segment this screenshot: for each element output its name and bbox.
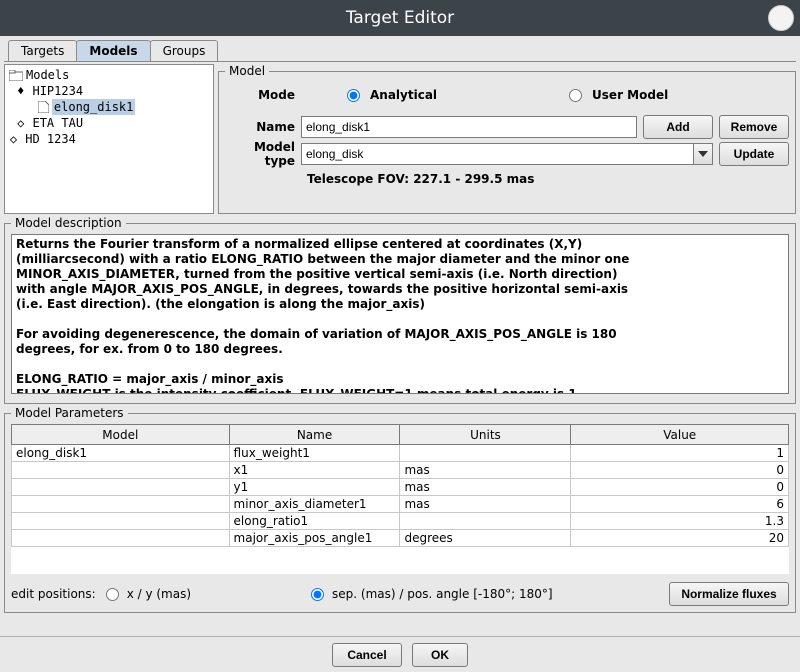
- remove-button[interactable]: Remove: [719, 115, 789, 139]
- cell-name[interactable]: minor_axis_diameter1: [229, 496, 400, 513]
- cell-units[interactable]: mas: [400, 462, 571, 479]
- model-legend: Model: [225, 64, 269, 78]
- tree-root[interactable]: Models: [9, 67, 209, 83]
- update-button[interactable]: Update: [719, 142, 789, 166]
- name-label: Name: [225, 120, 295, 134]
- tree-item-elong-disk1[interactable]: elong_disk1: [9, 99, 209, 115]
- tab-targets[interactable]: Targets: [8, 40, 77, 61]
- editpos-xy-radio[interactable]: [106, 588, 119, 601]
- model-panel: Model Mode Analytical User Model Name Ad…: [218, 64, 796, 214]
- cancel-button[interactable]: Cancel: [332, 643, 402, 667]
- cell-model[interactable]: [12, 462, 230, 479]
- tab-models[interactable]: Models: [76, 40, 150, 61]
- name-input[interactable]: [301, 116, 637, 138]
- cell-value[interactable]: 1.3: [571, 513, 789, 530]
- col-units[interactable]: Units: [400, 425, 571, 445]
- model-description-text[interactable]: [11, 234, 789, 394]
- model-description-panel: Model description: [4, 216, 796, 404]
- parameters-table[interactable]: Model Name Units Value elong_disk1flux_w…: [11, 424, 789, 547]
- cell-value[interactable]: 1: [571, 445, 789, 462]
- cell-name[interactable]: elong_ratio1: [229, 513, 400, 530]
- folder-icon: [9, 70, 23, 81]
- cell-model[interactable]: [12, 530, 230, 547]
- window-titlebar: Target Editor: [0, 0, 800, 36]
- col-value[interactable]: Value: [571, 425, 789, 445]
- add-button[interactable]: Add: [643, 115, 713, 139]
- mode-user-label[interactable]: User Model: [592, 88, 668, 102]
- table-row[interactable]: elong_disk1flux_weight1 1: [12, 445, 789, 462]
- mode-label: Mode: [225, 88, 295, 102]
- window-control-icon[interactable]: [768, 5, 794, 31]
- cell-units[interactable]: mas: [400, 496, 571, 513]
- cell-value[interactable]: 0: [571, 462, 789, 479]
- cell-value[interactable]: 0: [571, 479, 789, 496]
- cell-name[interactable]: major_axis_pos_angle1: [229, 530, 400, 547]
- ok-button[interactable]: OK: [412, 643, 468, 667]
- editpos-sep-label[interactable]: sep. (mas) / pos. angle [-180°; 180°]: [332, 587, 553, 601]
- col-model[interactable]: Model: [12, 425, 230, 445]
- table-row[interactable]: minor_axis_diameter1mas6: [12, 496, 789, 513]
- cell-units[interactable]: [400, 445, 571, 462]
- tab-groups[interactable]: Groups: [150, 40, 219, 61]
- cell-model[interactable]: [12, 479, 230, 496]
- model-type-input[interactable]: [301, 143, 693, 165]
- expand-icon[interactable]: ◇: [16, 115, 25, 131]
- fov-text: Telescope FOV: 227.1 - 299.5 mas: [225, 172, 789, 186]
- table-row[interactable]: x1mas0: [12, 462, 789, 479]
- editpos-label: edit positions:: [11, 587, 96, 601]
- normalize-fluxes-button[interactable]: Normalize fluxes: [669, 582, 789, 606]
- cell-value[interactable]: 20: [571, 530, 789, 547]
- cell-units[interactable]: [400, 513, 571, 530]
- mode-analytical-label[interactable]: Analytical: [370, 88, 437, 102]
- chevron-down-icon[interactable]: [693, 143, 713, 165]
- cell-value[interactable]: 6: [571, 496, 789, 513]
- cell-units[interactable]: mas: [400, 479, 571, 496]
- document-icon: [38, 101, 49, 113]
- cell-model[interactable]: [12, 513, 230, 530]
- cell-units[interactable]: degrees: [400, 530, 571, 547]
- desc-legend: Model description: [11, 216, 126, 230]
- model-tree[interactable]: Models ♦ HIP1234 elong_disk1 ◇ ETA TAU ◇…: [4, 64, 214, 214]
- mode-user-radio[interactable]: [569, 89, 582, 102]
- editpos-sep-radio[interactable]: [311, 588, 324, 601]
- cell-model[interactable]: [12, 496, 230, 513]
- model-type-combo[interactable]: [301, 143, 713, 165]
- tree-item-eta-tau[interactable]: ◇ ETA TAU: [9, 115, 209, 131]
- col-name[interactable]: Name: [229, 425, 400, 445]
- model-parameters-panel: Model Parameters Model Name Units Value …: [4, 406, 796, 613]
- cell-name[interactable]: y1: [229, 479, 400, 496]
- table-row[interactable]: elong_ratio1 1.3: [12, 513, 789, 530]
- tree-item-hd1234[interactable]: ◇ HD 1234: [9, 131, 209, 147]
- mode-analytical-radio[interactable]: [347, 89, 360, 102]
- tree-item-hip1234[interactable]: ♦ HIP1234: [9, 83, 209, 99]
- cell-name[interactable]: flux_weight1: [229, 445, 400, 462]
- cell-name[interactable]: x1: [229, 462, 400, 479]
- editpos-xy-label[interactable]: x / y (mas): [127, 587, 191, 601]
- dialog-footer: Cancel OK: [0, 636, 800, 672]
- model-type-label: Model type: [225, 140, 295, 168]
- expand-icon[interactable]: ◇: [9, 131, 18, 147]
- collapse-icon[interactable]: ♦: [16, 83, 25, 99]
- table-row[interactable]: major_axis_pos_angle1degrees20: [12, 530, 789, 547]
- table-row[interactable]: y1mas0: [12, 479, 789, 496]
- tab-bar: Targets Models Groups: [4, 40, 796, 62]
- cell-model[interactable]: elong_disk1: [12, 445, 230, 462]
- params-legend: Model Parameters: [11, 406, 128, 420]
- window-title: Target Editor: [346, 8, 454, 28]
